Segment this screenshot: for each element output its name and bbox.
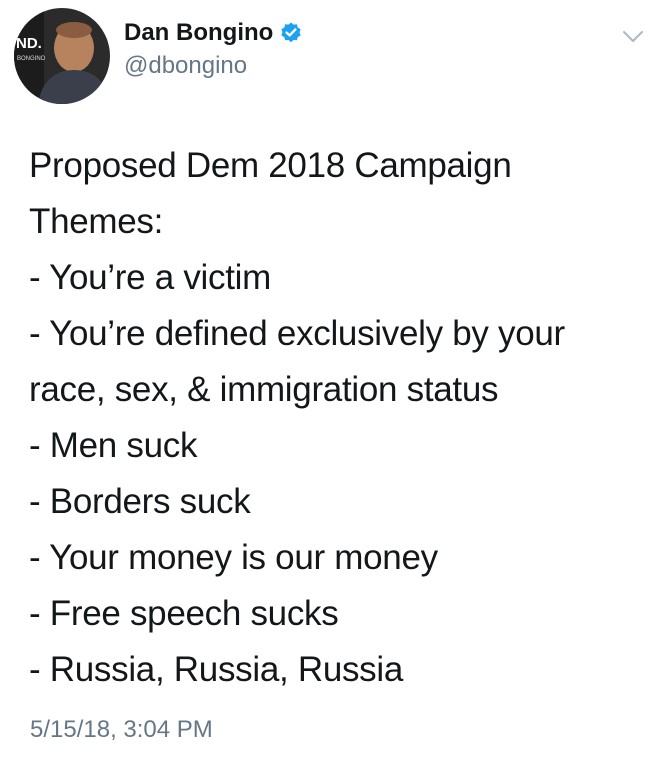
tweet-header: ND. BONGINO Dan Bongino @dbongino [14,8,303,104]
name-row: Dan Bongino [124,16,303,50]
tweet-text-line: - You’re defined exclusively by your [29,314,565,353]
avatar[interactable]: ND. BONGINO [14,8,110,104]
tweet-text-line: - Borders suck [29,482,251,521]
author-handle[interactable]: @dbongino [124,52,303,80]
tweet-text-line: - You’re a victim [29,258,271,297]
tweet-text: Proposed Dem 2018 Campaign Themes: - You… [29,138,649,698]
display-name[interactable]: Dan Bongino [124,19,273,47]
tweet-text-line: - Russia, Russia, Russia [29,650,404,689]
tweet-card: ND. BONGINO Dan Bongino @dbongino Propos… [0,0,670,768]
tweet-text-line: race, sex, & immigration status [29,370,499,409]
tweet-text-line: Themes: [29,202,164,241]
tweet-text-line: - Men suck [29,426,198,465]
avatar-image: ND. BONGINO [14,8,110,104]
avatar-logo-subtext: BONGINO [17,56,46,62]
tweet-text-line: - Free speech sucks [29,594,339,633]
author-names: Dan Bongino @dbongino [124,16,303,80]
verified-badge-icon [279,21,303,45]
tweet-text-line: Proposed Dem 2018 Campaign [29,146,512,185]
avatar-logo-text: ND. [16,35,42,52]
tweet-text-line: - Your money is our money [29,538,438,577]
chevron-down-icon[interactable] [622,30,644,44]
tweet-timestamp[interactable]: 5/15/18, 3:04 PM [30,716,213,744]
